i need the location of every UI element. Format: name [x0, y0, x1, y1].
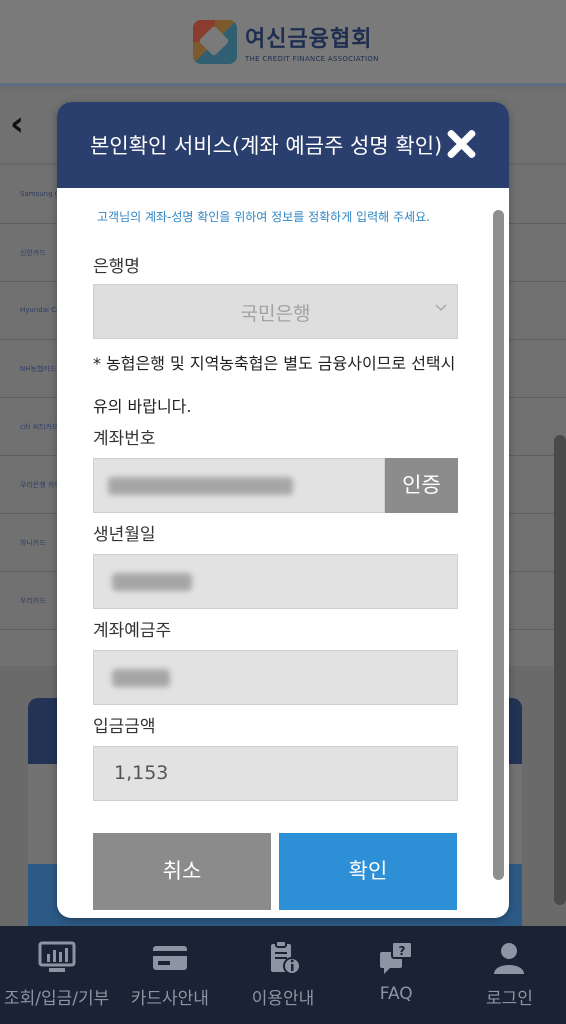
tab-usage-guide[interactable]: 이용안내	[226, 926, 339, 1024]
list-item-logo: 신한카드	[20, 249, 46, 257]
bank-label: 은행명	[93, 257, 140, 277]
chevron-down-icon	[435, 304, 447, 312]
account-number-label: 계좌번호	[93, 429, 156, 449]
credit-card-icon	[152, 946, 187, 970]
tab-usage-guide-label: 이용안내	[251, 989, 315, 1009]
site-header: 여신금융협회 THE CREDIT FINANCE ASSOCIATION	[0, 0, 566, 86]
deposit-amount-label: 입금금액	[93, 717, 156, 737]
bank-selected-value: 국민은행	[240, 303, 311, 325]
verify-button[interactable]: 인증	[385, 458, 458, 513]
tab-login-label: 로그인	[485, 989, 533, 1009]
logo-mark-icon	[193, 20, 237, 64]
tab-inquiry[interactable]: 조회/입금/기부	[0, 926, 113, 1024]
question-chat-icon: ?	[380, 941, 414, 974]
close-icon[interactable]	[441, 124, 481, 164]
account-number-input[interactable]	[93, 458, 385, 513]
deposit-amount-field[interactable]: 1,153	[93, 746, 458, 801]
site-logo[interactable]: 여신금융협회 THE CREDIT FINANCE ASSOCIATION	[193, 20, 379, 64]
cancel-button[interactable]: 취소	[93, 833, 271, 910]
list-item-logo: NH농협카드	[20, 365, 57, 373]
page-scrollbar[interactable]	[554, 435, 566, 905]
tab-faq[interactable]: ? FAQ	[340, 926, 453, 1024]
account-holder-input[interactable]	[93, 650, 458, 705]
logo-name: 여신금융협회	[245, 27, 373, 52]
tab-card-companies[interactable]: 카드사안내	[113, 926, 226, 1024]
list-item-logo: 우리카드	[20, 597, 46, 605]
bottom-tab-bar: 조회/입금/기부 카드사안내 이용안내 ? FAQ 로그인	[0, 926, 566, 1024]
user-icon	[494, 943, 525, 974]
instruction-notice: 고객님의 계좌-성명 확인을 위하여 정보를 정확하게 입력해 주세요.	[97, 210, 430, 224]
tab-faq-label: FAQ	[379, 984, 413, 1004]
account-verification-modal: 본인확인 서비스(계좌 예금주 성명 확인) 고객님의 계좌-성명 확인을 위하…	[57, 102, 509, 918]
confirm-button[interactable]: 확인	[279, 833, 457, 910]
list-item-logo: 하나카드	[20, 539, 46, 547]
masked-birthdate	[112, 573, 192, 591]
birthdate-input[interactable]	[93, 554, 458, 609]
tab-inquiry-label: 조회/입금/기부	[3, 989, 110, 1009]
monitor-chart-icon	[38, 941, 76, 972]
account-holder-label: 계좌예금주	[93, 621, 172, 641]
tab-card-companies-label: 카드사안내	[130, 989, 209, 1009]
modal-title: 본인확인 서비스(계좌 예금주 성명 확인)	[90, 134, 443, 158]
list-item-logo: 우리은행 카드	[20, 481, 61, 489]
modal-header: 본인확인 서비스(계좌 예금주 성명 확인)	[57, 102, 509, 188]
list-item-logo: citi 씨티카드	[20, 423, 59, 431]
logo-subtitle: THE CREDIT FINANCE ASSOCIATION	[245, 55, 379, 63]
clipboard-info-icon	[271, 940, 301, 975]
tab-login[interactable]: 로그인	[453, 926, 566, 1024]
svg-text:?: ?	[399, 944, 406, 958]
birthdate-label: 생년월일	[93, 525, 156, 545]
masked-account-holder	[112, 669, 170, 687]
deposit-amount-value: 1,153	[114, 762, 169, 784]
back-arrow-icon[interactable]: ‹	[10, 104, 40, 144]
bank-note: * 농협은행 및 지역농축협은 별도 금융사이므로 선택시 유의 바랍니다.	[93, 354, 456, 416]
modal-scrollbar[interactable]	[493, 210, 504, 880]
masked-account-number	[108, 477, 293, 495]
bank-select[interactable]: 국민은행	[93, 284, 458, 339]
